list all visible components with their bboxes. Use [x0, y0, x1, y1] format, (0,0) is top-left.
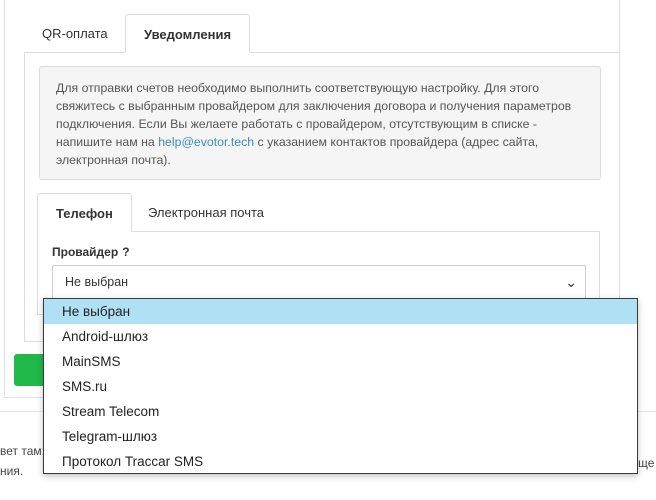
provider-select[interactable]: Не выбран ⌄ — [52, 265, 586, 299]
dropdown-option[interactable]: MainSMS — [44, 349, 637, 374]
provider-selected-value: Не выбран — [65, 275, 129, 289]
support-email-link[interactable]: help@evotor.tech — [158, 135, 254, 149]
save-button[interactable] — [14, 354, 46, 386]
tab-qr-payment[interactable]: QR-оплата — [24, 14, 126, 53]
chevron-down-icon: ⌄ — [565, 274, 577, 290]
dropdown-option[interactable]: Протокол Traccar SMS — [44, 449, 637, 474]
dropdown-option[interactable]: Не выбран — [44, 299, 637, 324]
dropdown-option[interactable]: Android-шлюз — [44, 324, 637, 349]
dropdown-option[interactable]: Telegram-шлюз — [44, 424, 637, 449]
top-tabs: QR-оплата Уведомления — [24, 14, 620, 53]
help-icon[interactable]: ? — [122, 245, 129, 259]
channel-tabs: Телефон Электронная почта — [37, 193, 600, 232]
dropdown-option[interactable]: Stream Telecom — [44, 399, 637, 424]
tab-phone[interactable]: Телефон — [37, 193, 132, 232]
footer-text-2: ния. — [0, 464, 24, 478]
footer-text-3: ще — [638, 456, 655, 470]
info-notice: Для отправки счетов необходимо выполнить… — [39, 66, 601, 180]
tab-email[interactable]: Электронная почта — [130, 193, 282, 232]
provider-dropdown-list[interactable]: Не выбран Android-шлюз MainSMS SMS.ru St… — [43, 298, 638, 474]
dropdown-option[interactable]: SMS.ru — [44, 374, 637, 399]
footer-text: вет там: — [0, 444, 45, 458]
tab-notifications[interactable]: Уведомления — [125, 14, 251, 53]
provider-label: Провайдер? — [52, 245, 130, 259]
